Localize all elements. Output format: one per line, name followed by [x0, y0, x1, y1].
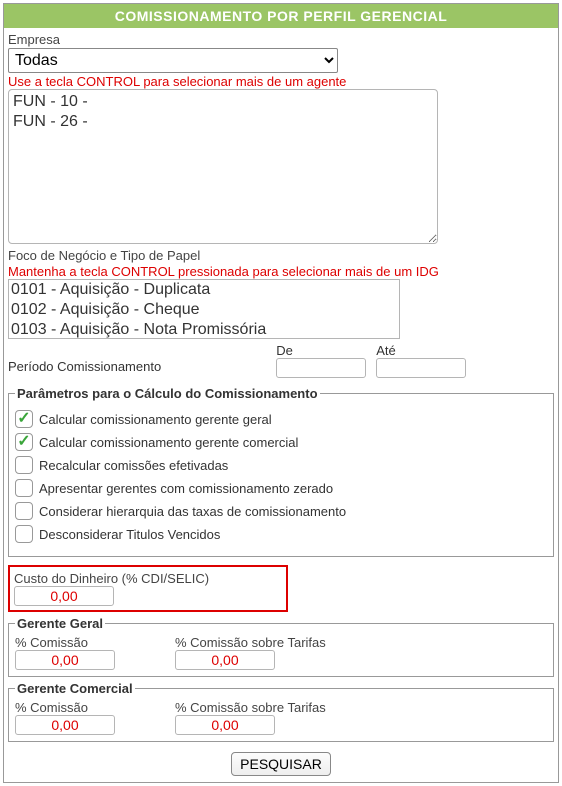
gerente-geral-fieldset: Gerente Geral % Comissão % Comissão sobr…: [8, 616, 554, 677]
checkbox-apresentar-zerado[interactable]: [15, 479, 33, 497]
gg-tarifas-label: % Comissão sobre Tarifas: [175, 635, 326, 650]
agentes-multiselect[interactable]: FUN - 10 - FUN - 26 -: [8, 89, 438, 244]
periodo-row: Período Comissionamento De Até: [8, 343, 554, 378]
gerente-geral-legend: Gerente Geral: [15, 616, 105, 631]
foco-hint: Mantenha a tecla CONTROL pressionada par…: [8, 264, 554, 279]
foco-option[interactable]: 0102 - Aquisição - Cheque: [11, 300, 397, 320]
checkbox-desconsiderar-vencidos[interactable]: [15, 525, 33, 543]
checkbox-calc-gerente-geral[interactable]: [15, 410, 33, 428]
empresa-label: Empresa: [8, 32, 554, 47]
custo-input[interactable]: [14, 586, 114, 606]
periodo-label: Período Comissionamento: [8, 359, 266, 378]
periodo-de-label: De: [276, 343, 366, 358]
checkbox-recalcular[interactable]: [15, 456, 33, 474]
periodo-ate-input[interactable]: [376, 358, 466, 378]
agentes-option[interactable]: FUN - 10 -: [13, 92, 433, 112]
checkbox-calc-gerente-comercial[interactable]: [15, 433, 33, 451]
gc-comissao-label: % Comissão: [15, 700, 115, 715]
periodo-ate-label: Até: [376, 343, 466, 358]
gg-comissao-input[interactable]: [15, 650, 115, 670]
gc-comissao-input[interactable]: [15, 715, 115, 735]
foco-option[interactable]: 0103 - Aquisição - Nota Promissória: [11, 320, 397, 339]
form-container: COMISSIONAMENTO POR PERFIL GERENCIAL Emp…: [3, 3, 559, 783]
param-label: Desconsiderar Titulos Vencidos: [39, 527, 220, 542]
actions-row: PESQUISAR: [8, 752, 554, 776]
param-row: Desconsiderar Titulos Vencidos: [15, 525, 547, 543]
param-row: Calcular comissionamento gerente comerci…: [15, 433, 547, 451]
agentes-hint: Use a tecla CONTROL para selecionar mais…: [8, 74, 554, 89]
gc-tarifas-label: % Comissão sobre Tarifas: [175, 700, 326, 715]
gg-tarifas-input[interactable]: [175, 650, 275, 670]
foco-multiselect[interactable]: 0101 - Aquisição - Duplicata 0102 - Aqui…: [8, 279, 400, 339]
param-label: Considerar hierarquia das taxas de comis…: [39, 504, 346, 519]
parametros-legend: Parâmetros para o Cálculo do Comissionam…: [15, 386, 320, 401]
form-body: Empresa Todas Use a tecla CONTROL para s…: [4, 28, 558, 782]
param-label: Apresentar gerentes com comissionamento …: [39, 481, 333, 496]
periodo-de-input[interactable]: [276, 358, 366, 378]
agentes-option[interactable]: FUN - 26 -: [13, 112, 433, 132]
empresa-select[interactable]: Todas: [8, 48, 338, 73]
foco-option[interactable]: 0101 - Aquisição - Duplicata: [11, 280, 397, 300]
gerente-comercial-legend: Gerente Comercial: [15, 681, 135, 696]
page-title: COMISSIONAMENTO POR PERFIL GERENCIAL: [4, 4, 558, 28]
custo-label: Custo do Dinheiro (% CDI/SELIC): [14, 571, 282, 586]
gg-comissao-label: % Comissão: [15, 635, 115, 650]
param-row: Calcular comissionamento gerente geral: [15, 410, 547, 428]
custo-dinheiro-box: Custo do Dinheiro (% CDI/SELIC): [8, 565, 288, 612]
param-label: Calcular comissionamento gerente comerci…: [39, 435, 298, 450]
gerente-comercial-fieldset: Gerente Comercial % Comissão % Comissão …: [8, 681, 554, 742]
pesquisar-button[interactable]: PESQUISAR: [231, 752, 331, 776]
param-label: Recalcular comissões efetivadas: [39, 458, 228, 473]
param-row: Considerar hierarquia das taxas de comis…: [15, 502, 547, 520]
param-row: Recalcular comissões efetivadas: [15, 456, 547, 474]
param-row: Apresentar gerentes com comissionamento …: [15, 479, 547, 497]
param-label: Calcular comissionamento gerente geral: [39, 412, 272, 427]
gc-tarifas-input[interactable]: [175, 715, 275, 735]
checkbox-hierarquia-taxas[interactable]: [15, 502, 33, 520]
parametros-fieldset: Parâmetros para o Cálculo do Comissionam…: [8, 386, 554, 557]
foco-label: Foco de Negócio e Tipo de Papel: [8, 248, 554, 263]
